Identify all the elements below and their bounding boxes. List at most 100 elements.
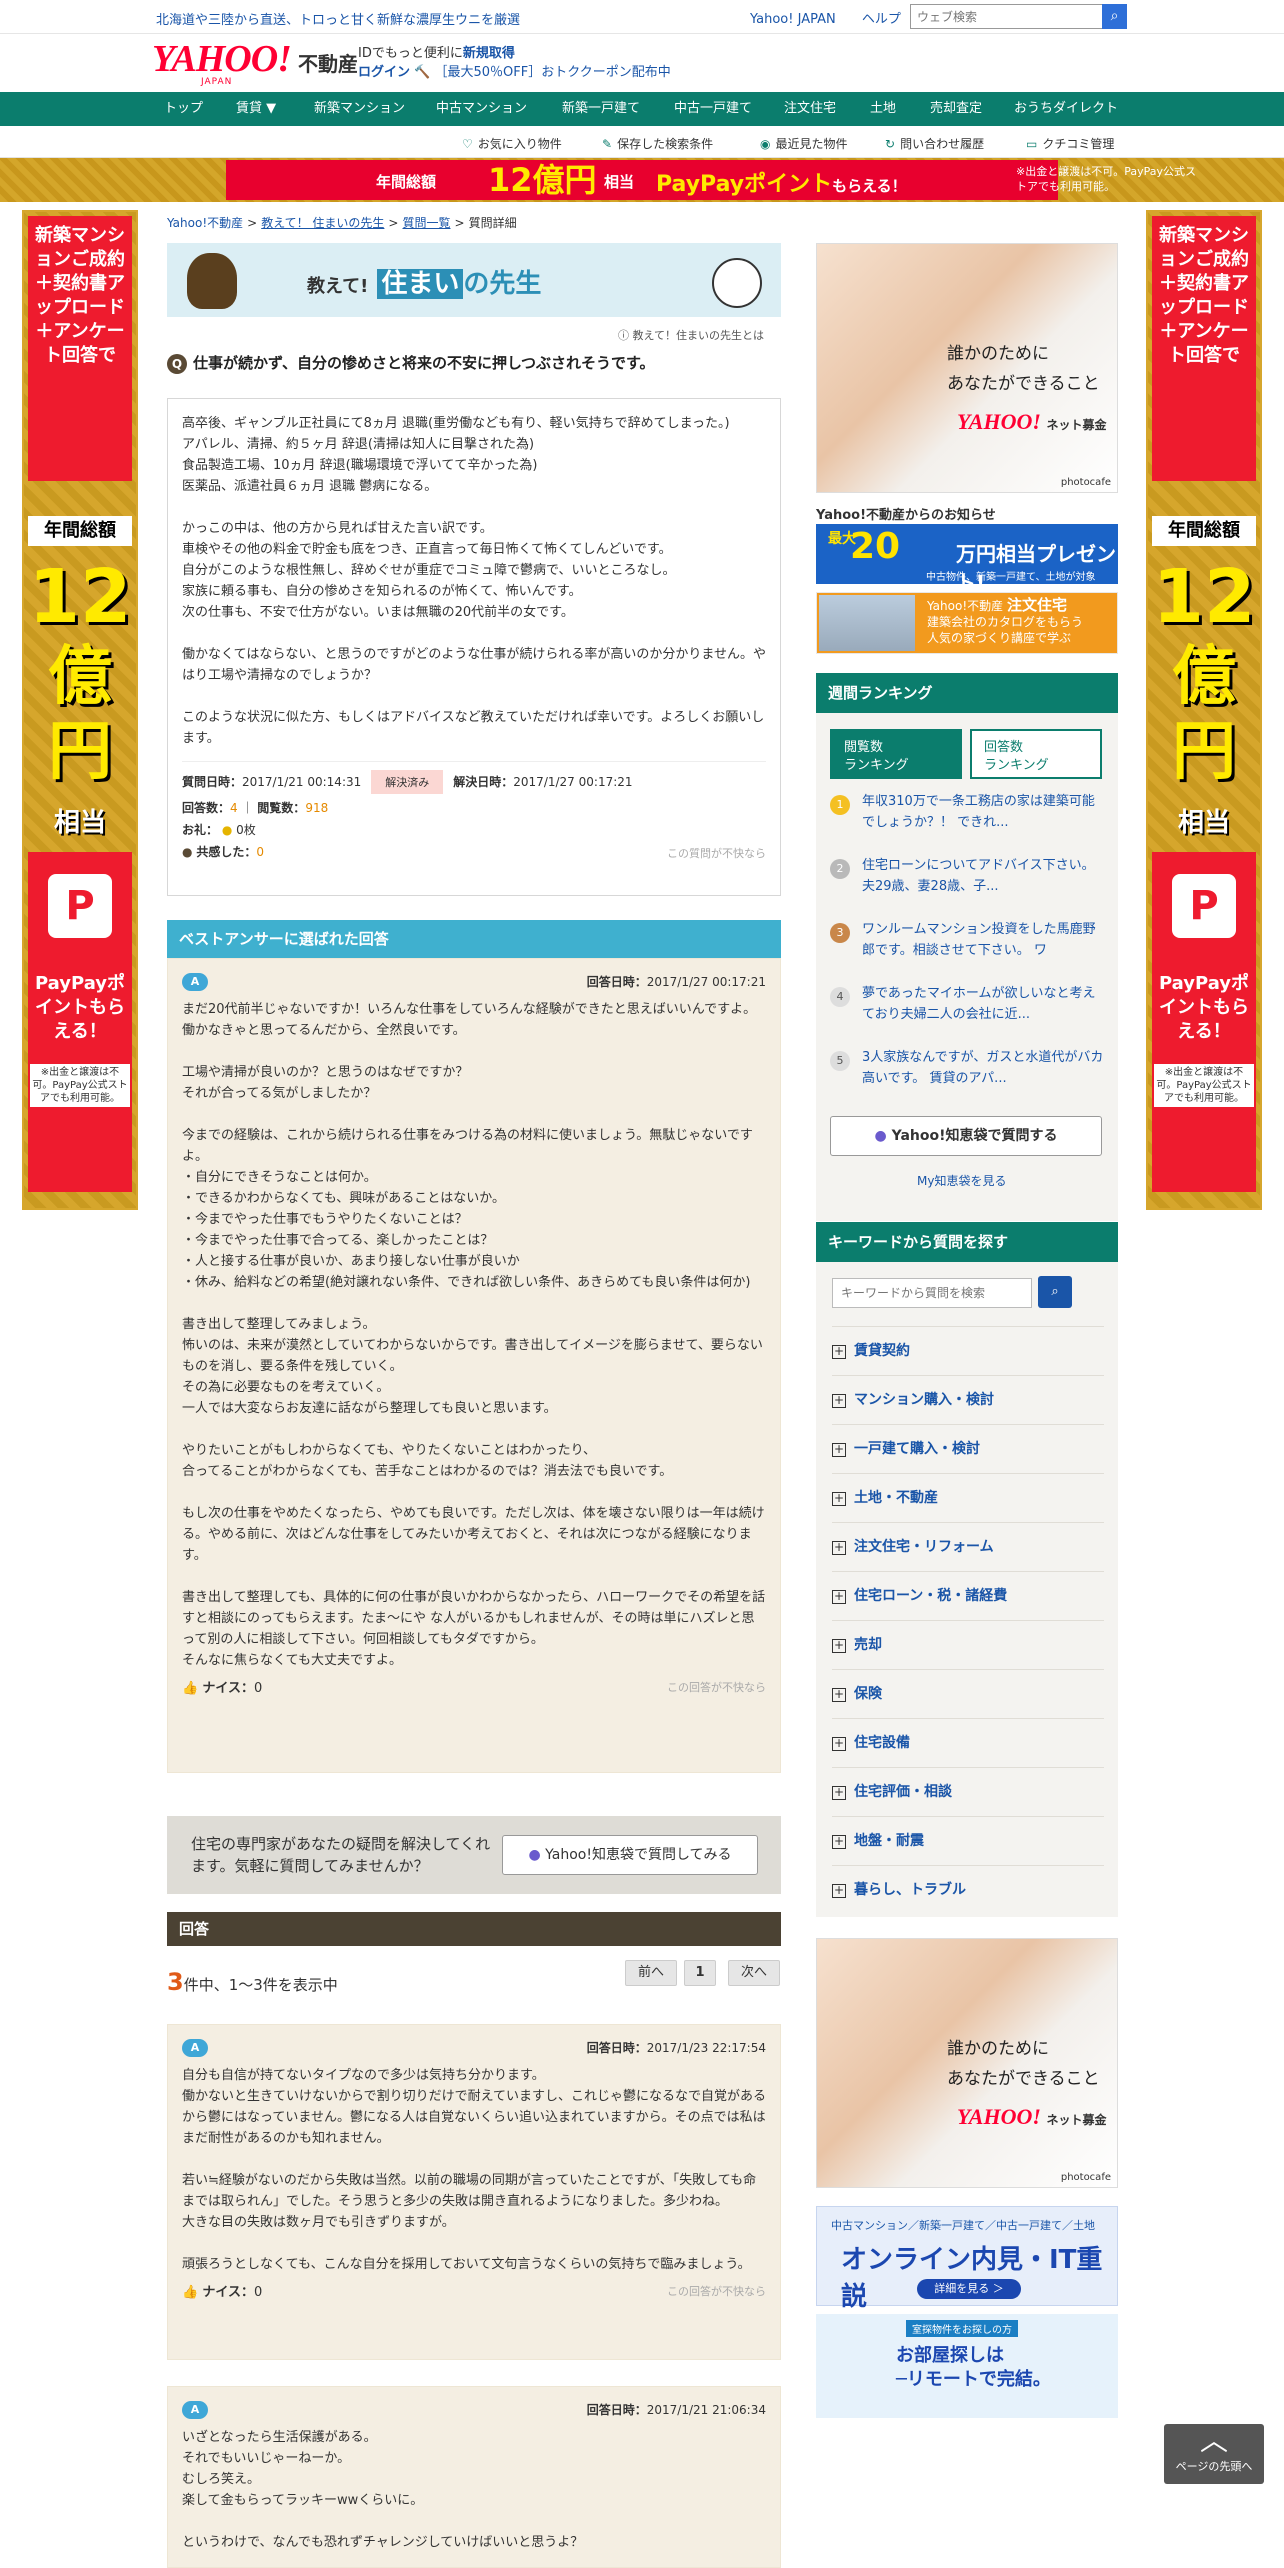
nice-row: 👍 ナイス：0 この回答が不快なら (182, 1679, 766, 1696)
next-button[interactable]: 次へ (728, 1960, 780, 1986)
report-answer-link[interactable]: この回答が不快なら (667, 2283, 766, 2299)
category-item[interactable]: + マンション購入・検討 (832, 1375, 1104, 1424)
online-viewing-ad[interactable]: 中古マンション／新築一戸建て／中古一戸建て／土地 オンライン内見・IT重説 詳細… (816, 2206, 1118, 2312)
crumb-question-list[interactable]: 質問一覧 (402, 216, 450, 230)
crumb-yahoo-fudosan[interactable]: Yahoo!不動産 (167, 216, 243, 230)
banner-text-4: PayPayポイントもらえる！ (656, 172, 907, 197)
yahoo-logo[interactable]: YAHOO! (152, 40, 292, 78)
nav-new-mansion[interactable]: 新築マンション (314, 92, 405, 126)
search-button[interactable]: ⌕ (1102, 4, 1127, 29)
thumbs-up-icon[interactable]: 👍 (182, 1681, 198, 1696)
report-answer-link[interactable]: この回答が不快なら (667, 1679, 766, 1695)
ranking-item[interactable]: 1 年収310万で一条工務店の家は建築可能でしょうか？！ できれ... (830, 791, 1106, 833)
empathy-icon[interactable]: ● (182, 845, 192, 859)
web-search-input[interactable] (910, 4, 1105, 29)
keyword-input[interactable] (832, 1278, 1032, 1308)
subnav-review[interactable]: ▭ クチコミ管理 (1026, 135, 1114, 152)
login-link[interactable]: ログイン (358, 65, 410, 80)
paypay-banner[interactable]: 年間総額 12億円 相当 PayPayポイントもらえる！ ※出金と譲渡は不可。P… (0, 158, 1284, 202)
ad-detail-button[interactable]: 詳細を見る ＞ (917, 2279, 1021, 2299)
plus-icon: + (832, 1785, 846, 1800)
nav-used-mansion[interactable]: 中古マンション (436, 92, 527, 126)
paypay-logo-icon: P (1172, 874, 1236, 938)
subnav-recent[interactable]: ◉ 最近見た物件 (760, 135, 848, 152)
ranking-item[interactable]: 3 ワンルームマンション投資をした馬鹿野郎です。相談させて下さい。 ワ (830, 919, 1106, 961)
nav-top[interactable]: トップ (164, 92, 203, 126)
ranking-item[interactable]: 4 夢であったマイホームが欲しいなと考えており夫婦二人の会社に近... (830, 983, 1106, 1025)
expert-cta: 住宅の専門家があなたの疑問を解決してくれます。気軽に質問してみませんか？ ● Y… (167, 1816, 781, 1894)
ad-text: 中古マンション／新築一戸建て／中古一戸建て／土地 (831, 2219, 1095, 2232)
service-name[interactable]: 不動産 (298, 48, 358, 77)
nav-used-house[interactable]: 中古一戸建て (674, 92, 752, 126)
sensei-banner[interactable]: 教えて! 住まい の先生 (167, 243, 781, 317)
heart-icon: ♡ (462, 137, 473, 151)
donation-ad[interactable]: 誰かのために あなたができること YAHOO! ネット募金 photocafe (816, 243, 1118, 493)
custom-home-ad[interactable]: Yahoo!不動産 注文住宅 建築会社のカタログをもらう 人気の家づくり講座で学ぶ (816, 592, 1118, 654)
subnav-favorites[interactable]: ♡ お気に入り物件 (462, 135, 562, 152)
answer-badge: A (182, 973, 208, 991)
side-en: 円 (48, 715, 112, 789)
yahoo-japan-link[interactable]: Yahoo! JAPAN (750, 12, 836, 27)
crumb-sensei[interactable]: 教えて！ 住まいの先生 (261, 216, 384, 230)
breadcrumb: Yahoo!不動産 > 教えて！ 住まいの先生 > 質問一覧 > 質問詳細 (167, 216, 517, 230)
prev-button[interactable]: 前へ (625, 1960, 677, 1986)
help-link[interactable]: ヘルプ (862, 12, 901, 27)
thumbs-up-icon[interactable]: 👍 (182, 2285, 198, 2300)
subnav-saved-search[interactable]: ✎ 保存した検索条件 (602, 135, 713, 152)
nav-new-house[interactable]: 新築一戸建て (562, 92, 640, 126)
nav-sell[interactable]: 売却査定 (930, 92, 982, 126)
ask-question-button[interactable]: ● Yahoo!知恵袋で質問する (830, 1116, 1102, 1156)
coupon-link[interactable]: ［最大50％OFF］おトククーポン配布中 (434, 65, 670, 80)
report-question-link[interactable]: この質問が不快なら (667, 845, 766, 861)
side-soto: 相当 (1177, 808, 1230, 838)
answer-badge: A (182, 2401, 208, 2419)
left-side-banner[interactable]: 新築マンションご成約＋契約書アップロード＋アンケート回答で 年間総額 12 億 … (22, 210, 138, 1210)
category-item[interactable]: + 住宅評価・相談 (832, 1767, 1104, 1816)
keyword-search-button[interactable]: ⌕ (1038, 1276, 1072, 1308)
side-nenkan: 年間総額 (28, 516, 132, 546)
answer-badge: A (182, 2039, 208, 2057)
chevron-up-icon: ︿ (1199, 2424, 1228, 2457)
category-item[interactable]: + 売却 (832, 1620, 1104, 1669)
category-item[interactable]: + 地盤・耐震 (832, 1816, 1104, 1865)
eye-icon: ◉ (760, 137, 771, 151)
plus-icon: + (832, 1442, 846, 1457)
donation-ad-2[interactable]: 誰かのために あなたができること YAHOO! ネット募金 photocafe (816, 1938, 1118, 2188)
present-ad[interactable]: 最大 20 万円相当プレゼント! 中古物件、新築一戸建て、土地が対象 (816, 524, 1118, 595)
category-item[interactable]: + 注文住宅・リフォーム (832, 1522, 1104, 1571)
category-item[interactable]: + 一戸建て購入・検討 (832, 1424, 1104, 1473)
nav-land[interactable]: 土地 (870, 92, 896, 126)
my-chiebukuro-link[interactable]: My知恵袋を見る (917, 1172, 1006, 1189)
category-item[interactable]: + 住宅ローン・税・諸経費 (832, 1571, 1104, 1620)
header: YAHOO! JAPAN 不動産 IDでもっと便利に新規取得 ログイン 🔨 ［最… (0, 34, 1284, 92)
answer-item: A 回答日時：2017/1/21 21:06:34 いざとなったら生活保護がある。… (167, 2386, 781, 2568)
ask-chiebukuro-button[interactable]: ● Yahoo!知恵袋で質問してみる (502, 1835, 758, 1875)
ranking-item[interactable]: 2 住宅ローンについてアドバイス下さい。 夫29歳、妻28歳、子... (830, 855, 1106, 897)
signup-link[interactable]: 新規取得 (463, 46, 515, 61)
side-red-text: 新築マンションご成約＋契約書アップロード＋アンケート回答で (1152, 216, 1256, 481)
tab-view-ranking[interactable]: 閲覧数 ランキング (830, 729, 962, 779)
promo-link[interactable]: 北海道や三陸から直送、トロっと甘く新鮮な濃厚生ウニを厳選 (156, 9, 520, 28)
category-item[interactable]: + 住宅設備 (832, 1718, 1104, 1767)
back-to-top-button[interactable]: ︿ ページの先頭へ (1164, 2424, 1264, 2484)
nav-custom-home[interactable]: 注文住宅 (784, 92, 836, 126)
category-item[interactable]: + 暮らし、トラブル (832, 1865, 1104, 1914)
category-item[interactable]: + 土地・不動産 (832, 1473, 1104, 1522)
side-pp-text: PayPayポイントもらえる！ (34, 973, 126, 1042)
question-meta: 質問日時：2017/1/21 00:14:31 解決済み 解決日時：2017/1/2… (182, 761, 766, 860)
ranking-item[interactable]: 5 3人家族なんですが、ガスと水道代がバカ高いです。 賃貸のアパ... (830, 1047, 1106, 1089)
category-item[interactable]: + 保険 (832, 1669, 1104, 1718)
side-12: 12 (28, 554, 132, 640)
page-1-button[interactable]: 1 (684, 1960, 716, 1986)
right-side-banner[interactable]: 新築マンションご成約＋契約書アップロード＋アンケート回答で 年間総額 12 億 … (1146, 210, 1262, 1210)
notice-heading: Yahoo!不動産からのお知らせ (816, 508, 996, 523)
plus-icon: + (832, 1834, 846, 1849)
sensei-about-link[interactable]: ⓘ 教えて！住まいの先生とは (618, 327, 764, 343)
subnav-inquiry[interactable]: ↻ 問い合わせ履歴 (885, 135, 984, 152)
nav-rent[interactable]: 賃貸 ▼ (236, 92, 276, 126)
nav-direct[interactable]: おうちダイレクト (1014, 92, 1118, 126)
category-item[interactable]: + 賃貸契約 (832, 1326, 1104, 1375)
top-bar: 北海道や三陸から直送、トロっと甘く新鮮な濃厚生ウニを厳選 Yahoo! JAPA… (0, 0, 1284, 34)
tab-answer-ranking[interactable]: 回答数 ランキング (970, 729, 1102, 779)
remote-search-ad[interactable]: 室探物件をお探しの方 お部屋探しは ─リモートで完結。 (816, 2314, 1118, 2418)
